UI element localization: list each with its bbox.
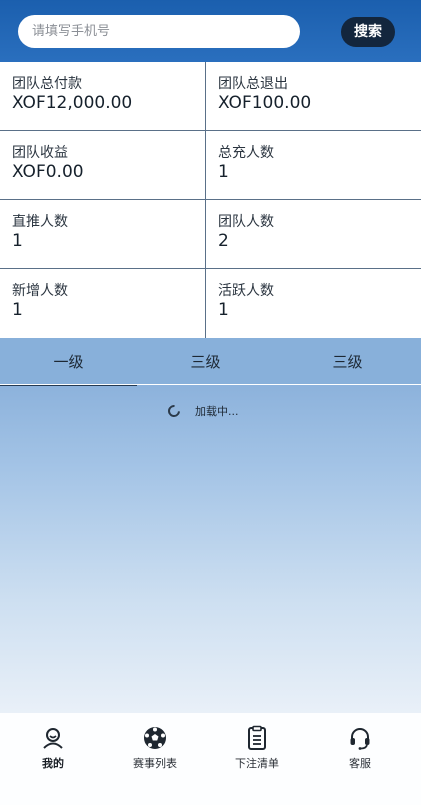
headset-icon xyxy=(350,728,370,750)
stat-team-total-withdrawal: 团队总退出 XOF100.00 xyxy=(206,62,421,131)
bottom-navigation: 我的 赛事列表 下注清单 客服 xyxy=(0,713,421,805)
stat-direct-referrals: 直推人数 1 xyxy=(0,200,206,269)
soccer-ball-icon xyxy=(144,727,166,749)
stat-value: XOF100.00 xyxy=(218,93,312,113)
phone-search-input[interactable] xyxy=(18,15,300,48)
stat-label: 总充人数 xyxy=(218,145,274,161)
stat-label: 团队总付款 xyxy=(12,76,82,92)
loading-text: 加载中... xyxy=(195,405,239,418)
stat-value: 1 xyxy=(218,300,229,320)
stat-value: 2 xyxy=(218,231,229,251)
stat-label: 团队总退出 xyxy=(218,76,288,92)
stat-value: XOF0.00 xyxy=(12,162,84,182)
stat-value: 1 xyxy=(12,300,23,320)
level-tabs: 一级 三级 三级 xyxy=(0,338,421,386)
team-stats-grid: 团队总付款 XOF12,000.00 团队总退出 XOF100.00 团队收益 … xyxy=(0,62,421,338)
tabs-divider xyxy=(0,384,421,385)
stat-new-members: 新增人数 1 xyxy=(0,269,206,338)
team-list-panel: 一级 三级 三级 加载中... xyxy=(0,338,421,713)
search-button[interactable]: 搜索 xyxy=(341,17,395,47)
nav-label: 我的 xyxy=(42,757,64,770)
user-icon xyxy=(43,728,63,749)
tab-level-3[interactable]: 三级 xyxy=(274,338,421,384)
spinner-icon xyxy=(165,402,183,420)
stat-label: 团队收益 xyxy=(12,145,68,161)
stat-active-members: 活跃人数 1 xyxy=(206,269,421,338)
nav-label: 赛事列表 xyxy=(133,757,177,770)
stat-value: 1 xyxy=(12,231,23,251)
stat-team-total-payment: 团队总付款 XOF12,000.00 xyxy=(0,62,206,131)
stat-label: 直推人数 xyxy=(12,214,68,230)
nav-item-bet-list[interactable]: 下注清单 xyxy=(217,725,297,771)
stat-team-members: 团队人数 2 xyxy=(206,200,421,269)
stat-team-earnings: 团队收益 XOF0.00 xyxy=(0,131,206,200)
nav-label: 客服 xyxy=(349,757,371,770)
nav-label: 下注清单 xyxy=(235,757,279,770)
stat-label: 活跃人数 xyxy=(218,283,274,299)
stat-value: 1 xyxy=(218,162,229,182)
stat-label: 新增人数 xyxy=(12,283,68,299)
nav-item-customer-service[interactable]: 客服 xyxy=(320,725,400,771)
stat-label: 团队人数 xyxy=(218,214,274,230)
search-header: 搜索 xyxy=(0,0,421,62)
clipboard-list-icon xyxy=(248,725,266,750)
nav-item-mine[interactable]: 我的 xyxy=(13,725,93,771)
stat-value: XOF12,000.00 xyxy=(12,93,133,113)
tab-level-1[interactable]: 一级 xyxy=(0,338,137,386)
stat-total-depositors: 总充人数 1 xyxy=(206,131,421,200)
tab-level-2[interactable]: 三级 xyxy=(137,338,274,384)
loading-indicator: 加载中... xyxy=(165,402,239,420)
nav-item-match-list[interactable]: 赛事列表 xyxy=(115,725,195,771)
